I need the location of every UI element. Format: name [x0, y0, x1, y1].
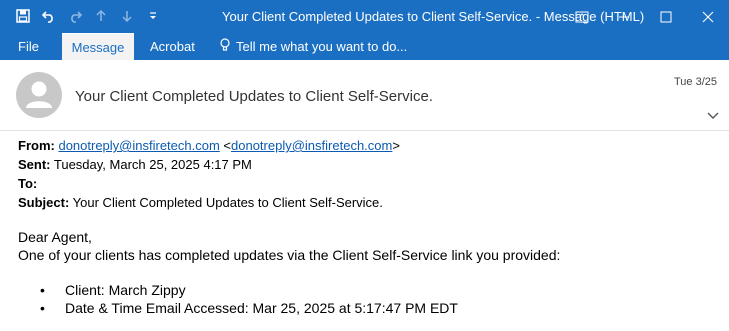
minimize-icon[interactable] [603, 0, 645, 33]
greeting: Dear Agent, [18, 229, 92, 245]
from-email-link[interactable]: donotreply@insfiretech.com [58, 138, 219, 153]
sent-line: Sent: Tuesday, March 25, 2025 4:17 PM [18, 155, 400, 174]
avatar [16, 72, 62, 118]
sent-label: Sent: [18, 157, 51, 172]
save-icon[interactable] [10, 6, 36, 26]
up-arrow-icon[interactable] [88, 6, 114, 26]
to-line: To: [18, 174, 400, 193]
from-bracket-open: < [219, 138, 232, 153]
tell-me-label: Tell me what you want to do... [236, 39, 408, 54]
from-email-link-2[interactable]: donotreply@insfiretech.com [231, 138, 392, 153]
sent-value: Tuesday, March 25, 2025 4:17 PM [50, 157, 252, 172]
title-bar: Your Client Completed Updates to Client … [0, 0, 729, 33]
down-arrow-icon[interactable] [114, 6, 140, 26]
tab-message[interactable]: Message [62, 33, 134, 60]
chevron-down-icon[interactable] [707, 107, 719, 125]
undo-icon[interactable] [36, 6, 62, 26]
from-bracket-close: > [392, 138, 400, 153]
list-item: Client: March Zippy [40, 281, 458, 299]
list-item: Date & Time Email Accessed: Mar 25, 2025… [40, 299, 458, 317]
body-line-1: One of your clients has completed update… [18, 247, 561, 263]
tab-acrobat[interactable]: Acrobat [150, 33, 195, 60]
redo-icon[interactable] [62, 6, 88, 26]
subject-value: Your Client Completed Updates to Client … [69, 195, 383, 210]
close-icon[interactable] [687, 0, 729, 33]
customize-toolbar-icon[interactable] [140, 6, 166, 26]
email-body: Dear Agent, One of your clients has comp… [18, 228, 560, 264]
ribbon-tabs: File Message Acrobat Tell me what you wa… [0, 33, 729, 60]
received-date: Tue 3/25 [673, 76, 717, 88]
quick-access-toolbar [10, 6, 166, 26]
window-controls [561, 0, 729, 33]
subject-line: Subject: Your Client Completed Updates t… [18, 193, 400, 212]
email-meta: From: donotreply@insfiretech.com <donotr… [18, 136, 400, 212]
subject-label: Subject: [18, 195, 70, 210]
tab-file[interactable]: File [18, 33, 39, 60]
from-label: From: [18, 138, 55, 153]
from-line: From: donotreply@insfiretech.com <donotr… [18, 136, 400, 155]
ribbon-display-icon[interactable] [561, 0, 603, 33]
bullet-list: Client: March Zippy Date & Time Email Ac… [40, 281, 458, 317]
lightbulb-icon [220, 38, 230, 55]
tell-me-search[interactable]: Tell me what you want to do... [220, 33, 407, 60]
message-subject-title: Your Client Completed Updates to Client … [75, 88, 433, 105]
message-header: Your Client Completed Updates to Client … [0, 60, 729, 131]
maximize-icon[interactable] [645, 0, 687, 33]
to-label: To: [18, 176, 38, 191]
